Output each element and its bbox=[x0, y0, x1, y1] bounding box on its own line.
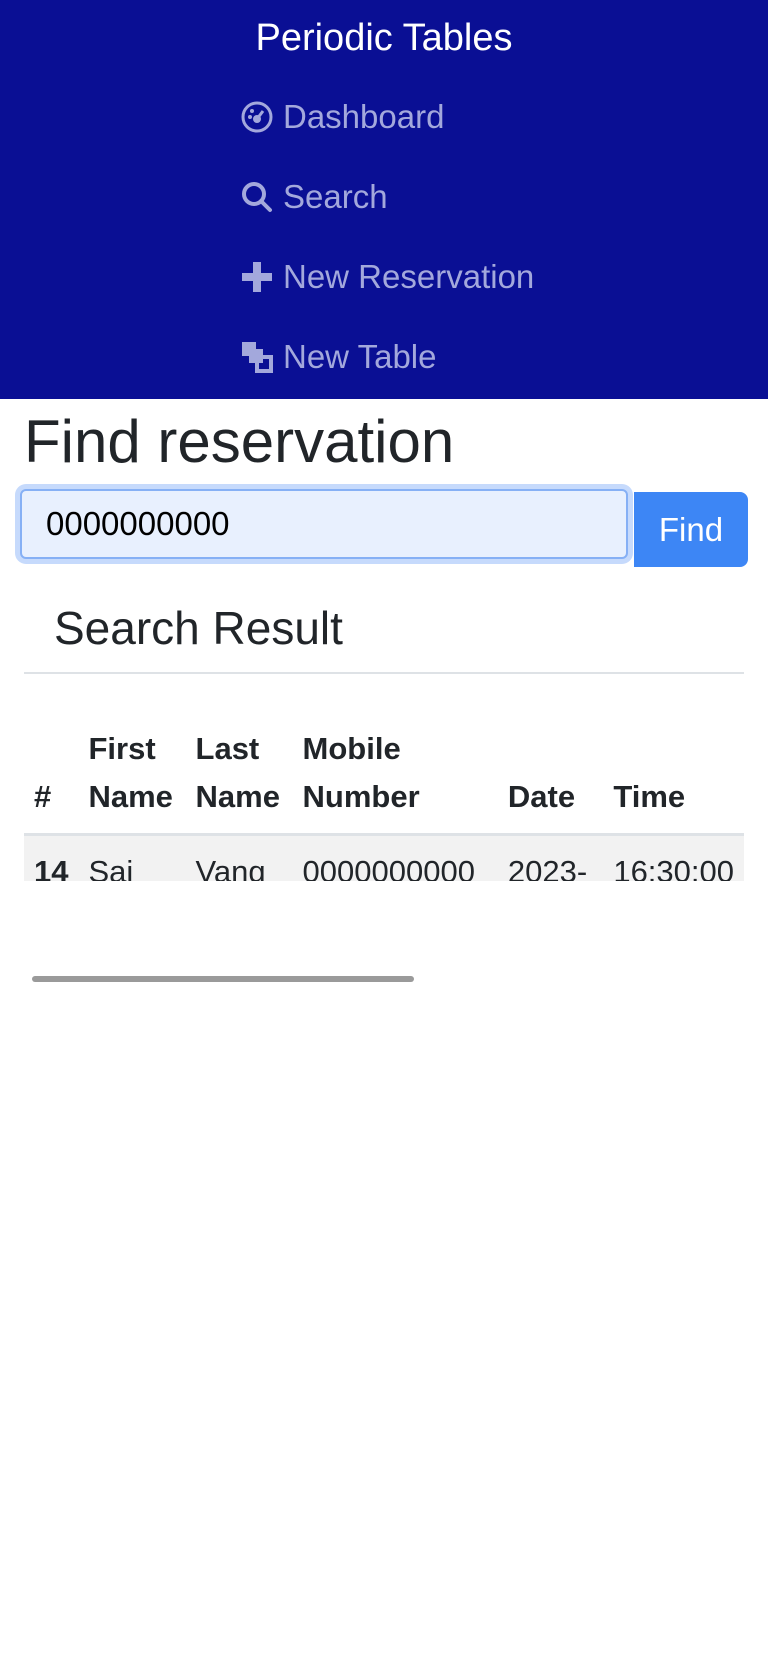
nav-item-dashboard[interactable]: Dashboard bbox=[239, 89, 444, 145]
page-title: Find reservation bbox=[24, 408, 455, 475]
search-icon bbox=[239, 179, 275, 215]
divider bbox=[24, 672, 744, 674]
horizontal-scrollbar[interactable] bbox=[32, 976, 414, 982]
cell-time: 16:30:00 bbox=[603, 834, 744, 881]
nav-label-new-reservation: New Reservation bbox=[283, 258, 535, 295]
table-row: 14 Sai Vang 0000000000 2023-10-25 16:30:… bbox=[24, 834, 744, 881]
nav-label-new-table: New Table bbox=[283, 338, 437, 375]
cell-id: 14 bbox=[24, 834, 79, 881]
table-header-row: # First Name Last Name Mobile Number Dat… bbox=[24, 721, 744, 836]
results-table: # First Name Last Name Mobile Number Dat… bbox=[24, 721, 744, 881]
cell-last-name: Vang bbox=[185, 834, 293, 881]
header-date: Date bbox=[497, 721, 604, 836]
search-form: Find bbox=[20, 489, 748, 569]
dashboard-icon bbox=[239, 99, 275, 135]
results-table-container[interactable]: # First Name Last Name Mobile Number Dat… bbox=[24, 721, 744, 881]
nav-item-new-reservation[interactable]: New Reservation bbox=[239, 249, 534, 305]
layers-icon bbox=[239, 339, 275, 375]
nav-label-search: Search bbox=[283, 178, 388, 215]
mobile-number-input[interactable] bbox=[20, 489, 628, 559]
cell-date: 2023-10-25 bbox=[497, 834, 604, 881]
nav-label-dashboard: Dashboard bbox=[283, 98, 445, 135]
header-time: Time bbox=[603, 721, 744, 836]
cell-first-name: Sai bbox=[78, 834, 186, 881]
header-id: # bbox=[24, 721, 79, 836]
plus-icon bbox=[239, 259, 275, 295]
header-last-name: Last Name bbox=[185, 721, 293, 836]
brand-title[interactable]: Periodic Tables bbox=[0, 12, 768, 64]
navbar: Periodic Tables Dashboard Search New Res… bbox=[0, 0, 768, 399]
nav-item-new-table[interactable]: New Table bbox=[239, 329, 436, 385]
find-button[interactable]: Find bbox=[634, 492, 748, 567]
cell-mobile-number: 0000000000 bbox=[292, 834, 498, 881]
nav-item-search[interactable]: Search bbox=[239, 169, 388, 225]
header-mobile-number: Mobile Number bbox=[292, 721, 498, 836]
header-first-name: First Name bbox=[78, 721, 186, 836]
search-result-title: Search Result bbox=[54, 602, 343, 654]
